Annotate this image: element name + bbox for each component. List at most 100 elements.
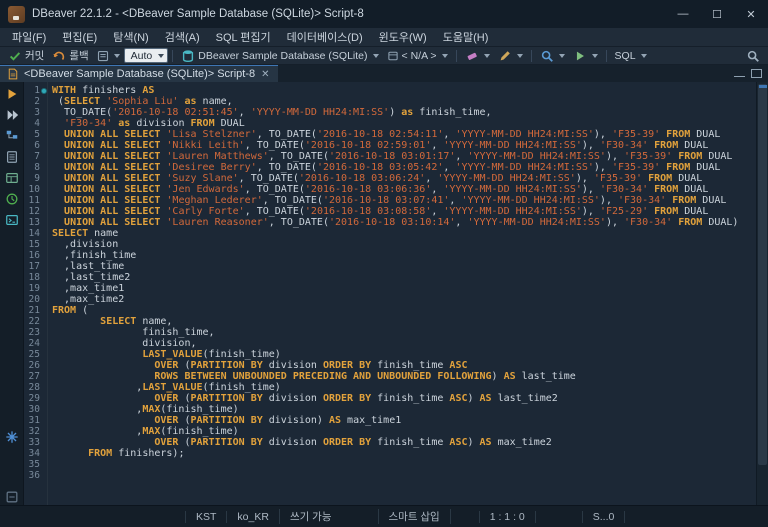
code-line[interactable]: OVER (PARTITION BY division) AS max_time…	[52, 415, 756, 426]
line-number[interactable]: 36	[24, 470, 47, 481]
code-line[interactable]: UNION ALL SELECT 'Jen Edwards', TO_DATE(…	[52, 184, 756, 195]
line-number[interactable]: 25	[24, 349, 47, 360]
line-number[interactable]: 15	[24, 239, 47, 250]
line-number[interactable]: 16	[24, 250, 47, 261]
menu-navigate[interactable]: 탐색(N)	[105, 28, 157, 46]
code-line[interactable]: UNION ALL SELECT 'Lisa Stelzner', TO_DAT…	[52, 129, 756, 140]
line-number[interactable]: 26	[24, 360, 47, 371]
code-line[interactable]: UNION ALL SELECT 'Lauren Matthews', TO_D…	[52, 151, 756, 162]
code-line[interactable]: ,finish_time	[52, 250, 756, 261]
code-line[interactable]: ,division	[52, 239, 756, 250]
line-number[interactable]: 11	[24, 195, 47, 206]
menu-edit[interactable]: 편집(E)	[54, 28, 105, 46]
code-line[interactable]: UNION ALL SELECT 'Meghan Lederer', TO_DA…	[52, 195, 756, 206]
edit-value-button[interactable]	[494, 48, 527, 64]
status-caret-position[interactable]: 1 : 1 : 0	[478, 510, 536, 523]
line-number[interactable]: 18	[24, 272, 47, 283]
autocommit-select[interactable]: Auto	[123, 48, 169, 63]
line-number[interactable]: 5	[24, 129, 47, 140]
server-output-icon[interactable]	[4, 489, 20, 505]
export-result-icon[interactable]	[4, 170, 20, 186]
line-number[interactable]: 35	[24, 459, 47, 470]
code-line[interactable]: UNION ALL SELECT 'Nikki Leith', TO_DATE(…	[52, 140, 756, 151]
execute-statement-icon[interactable]	[4, 86, 20, 102]
code-line[interactable]: ,LAST_VALUE(finish_time)	[52, 382, 756, 393]
line-number[interactable]: 9	[24, 173, 47, 184]
line-number[interactable]: 14	[24, 228, 47, 239]
code-line[interactable]: OVER (PARTITION BY division ORDER BY fin…	[52, 393, 756, 404]
code-line[interactable]	[52, 470, 756, 481]
sql-assist-button[interactable]	[536, 48, 569, 64]
line-number[interactable]: 2	[24, 96, 47, 107]
background-tasks-icon[interactable]	[4, 429, 20, 445]
code-line[interactable]: UNION ALL SELECT 'Desiree Berry', TO_DAT…	[52, 162, 756, 173]
load-plan-icon[interactable]	[4, 149, 20, 165]
line-number[interactable]: 4	[24, 118, 47, 129]
code-line[interactable]: ,last_time	[52, 261, 756, 272]
vertical-scrollbar[interactable]	[756, 82, 768, 505]
commit-button[interactable]: 커밋	[4, 48, 48, 64]
status-write-mode[interactable]: 쓰기 가능	[278, 509, 342, 524]
minimize-view-icon[interactable]	[734, 76, 745, 77]
line-number[interactable]: 21	[24, 305, 47, 316]
code-line[interactable]: ,MAX(finish_time)	[52, 404, 756, 415]
status-insert-mode[interactable]: 스마트 삽입	[377, 509, 451, 524]
line-number[interactable]: 1	[24, 85, 47, 96]
code-line[interactable]: ,last_time2	[52, 272, 756, 283]
line-number[interactable]: 17	[24, 261, 47, 272]
code-line[interactable]	[52, 459, 756, 470]
code-line[interactable]: UNION ALL SELECT 'Lauren Reasoner', TO_D…	[52, 217, 756, 228]
line-number[interactable]: 8	[24, 162, 47, 173]
open-query-log-icon[interactable]	[4, 191, 20, 207]
maximize-view-icon[interactable]	[751, 69, 762, 78]
line-number[interactable]: 32	[24, 426, 47, 437]
line-number[interactable]: 24	[24, 338, 47, 349]
code-line[interactable]: FROM (	[52, 305, 756, 316]
code-line[interactable]: OVER (PARTITION BY division ORDER BY fin…	[52, 360, 756, 371]
line-number[interactable]: 10	[24, 184, 47, 195]
line-number[interactable]: 33	[24, 437, 47, 448]
code-line[interactable]: (SELECT 'Sophia Liu' as name,	[52, 96, 756, 107]
code-lines[interactable]: WITH finishers AS (SELECT 'Sophia Liu' a…	[48, 82, 756, 505]
code-line[interactable]: ,max_time2	[52, 294, 756, 305]
line-number[interactable]: 12	[24, 206, 47, 217]
line-number[interactable]: 3	[24, 107, 47, 118]
clear-button[interactable]	[461, 48, 494, 64]
code-line[interactable]: division,	[52, 338, 756, 349]
line-number[interactable]: 28	[24, 382, 47, 393]
editor-tab[interactable]: <DBeaver Sample Database (SQLite)> Scrip…	[0, 65, 278, 82]
menu-help[interactable]: 도움말(H)	[435, 28, 497, 46]
code-line[interactable]: SELECT name,	[52, 316, 756, 327]
output-console-icon[interactable]	[4, 212, 20, 228]
menu-file[interactable]: 파일(F)	[4, 28, 54, 46]
line-number[interactable]: 30	[24, 404, 47, 415]
line-number[interactable]: 27	[24, 371, 47, 382]
line-number[interactable]: 19	[24, 283, 47, 294]
code-line[interactable]: LAST_VALUE(finish_time)	[52, 349, 756, 360]
code-line[interactable]: 'F30-34' as division FROM DUAL	[52, 118, 756, 129]
sql-editor[interactable]: 1 2 3 4 5 6 7 8 9 10 11 12 13 14 15 16 17 18 19 20 21 22 23 24 2…	[24, 82, 768, 505]
code-line[interactable]: ROWS BETWEEN UNBOUNDED PRECEDING AND UNB…	[52, 371, 756, 382]
code-line[interactable]: OVER (PARTITION BY division ORDER BY fin…	[52, 437, 756, 448]
line-number[interactable]: 22	[24, 316, 47, 327]
sql-mode-dropdown[interactable]: SQL	[611, 48, 651, 64]
transaction-log-dropdown[interactable]	[93, 48, 124, 64]
line-number[interactable]: 29	[24, 393, 47, 404]
code-line[interactable]: SELECT name	[52, 228, 756, 239]
rollback-button[interactable]: 롤백	[48, 48, 92, 64]
schema-select[interactable]: < N/A >	[383, 48, 452, 64]
scrollbar-thumb[interactable]	[758, 84, 767, 465]
code-line[interactable]: FROM finishers);	[52, 448, 756, 459]
execute-script-icon[interactable]	[4, 107, 20, 123]
maximize-button[interactable]: ☐	[700, 0, 734, 28]
menu-database[interactable]: 데이터베이스(D)	[279, 28, 371, 46]
toolbar-search-button[interactable]	[742, 48, 764, 64]
code-line[interactable]: UNION ALL SELECT 'Carly Forte', TO_DATE(…	[52, 206, 756, 217]
line-number[interactable]: 20	[24, 294, 47, 305]
minimize-button[interactable]: —	[666, 0, 700, 28]
line-number[interactable]: 7	[24, 151, 47, 162]
code-line[interactable]: UNION ALL SELECT 'Suzy Slane', TO_DATE('…	[52, 173, 756, 184]
menu-sql-editor[interactable]: SQL 편집기	[208, 28, 279, 46]
menu-search[interactable]: 검색(A)	[157, 28, 208, 46]
menu-window[interactable]: 윈도우(W)	[371, 28, 435, 46]
